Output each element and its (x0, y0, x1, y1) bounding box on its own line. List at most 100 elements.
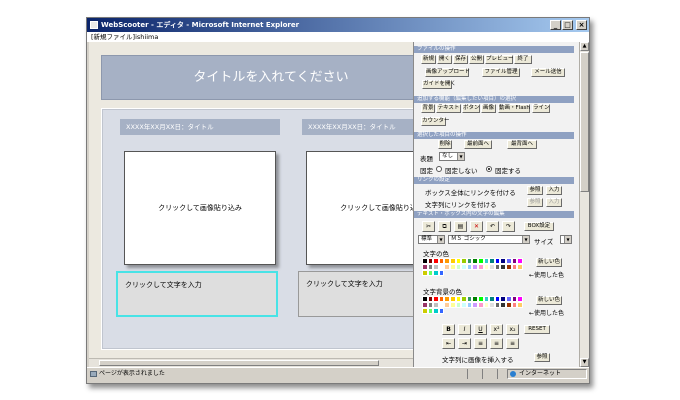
align-left-icon[interactable]: ≡ (474, 338, 487, 349)
cut-icon[interactable]: ✂ (422, 221, 435, 232)
scroll-up-icon[interactable]: ▲ (580, 42, 589, 51)
preview-button[interactable]: プレビュー (485, 55, 514, 64)
bring-front-button[interactable]: 最前面へ (464, 140, 492, 149)
add-button-button[interactable]: ボタン (462, 104, 480, 113)
add-video-flash-button[interactable]: 動画・Flash (498, 104, 530, 113)
status-divider (497, 369, 498, 379)
scroll-thumb[interactable] (580, 52, 589, 192)
text-color-label: 文字の色 (423, 250, 449, 258)
horizontal-scrollbar[interactable] (89, 358, 413, 367)
italic-button[interactable]: I (458, 324, 471, 335)
subscript-button[interactable]: x₂ (506, 324, 519, 335)
page-icon (90, 371, 97, 377)
save-button[interactable]: 保存 (453, 55, 468, 64)
open-guide-button[interactable]: ガイドを開く (422, 80, 456, 89)
fix-label: 固定 (420, 167, 433, 175)
redo-icon[interactable]: ↷ (502, 221, 515, 232)
globe-icon (510, 371, 516, 377)
column-heading[interactable]: XXXX年XX月XX日：タイトル (302, 119, 413, 135)
size-label: サイズ (534, 238, 554, 246)
bold-button[interactable]: B (442, 324, 455, 335)
scroll-down-icon[interactable]: ▼ (580, 358, 589, 367)
section-file: ファイルの操作 (414, 46, 574, 53)
link-text-browse-button[interactable]: 参照 (527, 198, 543, 207)
paste-icon[interactable]: ▤ (454, 221, 467, 232)
image-placeholder[interactable]: クリックして画像貼り込み (124, 151, 276, 265)
ie-icon (90, 21, 98, 29)
maximize-button[interactable]: □ (562, 20, 573, 30)
mail-send-button[interactable]: メール送信 (531, 68, 565, 77)
status-divider (482, 369, 483, 379)
undo-icon[interactable]: ↶ (486, 221, 499, 232)
add-image-button[interactable]: 画像 (481, 104, 496, 113)
color-swatch[interactable] (517, 302, 523, 308)
text-placeholder[interactable]: クリックして文字を入力 (116, 271, 278, 317)
insert-image-label: 文字列に画像を挿入する (442, 356, 514, 364)
color-swatch[interactable] (517, 264, 523, 270)
indent-icon[interactable]: ⇥ (458, 338, 471, 349)
section-add: 追加する機能（編集したい項目）の選択 (414, 96, 574, 103)
fix-on-radio[interactable] (486, 166, 492, 172)
browser-window: WebScooter - エディタ - Microsoft Internet E… (86, 17, 590, 384)
close-button[interactable]: × (576, 20, 587, 30)
file-manage-button[interactable]: ファイル管理 (482, 68, 520, 77)
page-title-box[interactable]: タイトルを入れてください (101, 55, 413, 100)
security-zone: インターネット (507, 369, 587, 379)
chevron-down-icon: ▼ (437, 236, 444, 243)
style-select[interactable]: 標準 ▼ (418, 235, 445, 244)
link-text-label: 文字列にリンクを付ける (425, 201, 497, 209)
title-bar: WebScooter - エディタ - Microsoft Internet E… (87, 18, 589, 32)
fix-off-label: 固定しない (445, 167, 478, 175)
content-canvas: XXXX年XX月XX日：タイトル クリックして画像貼り込み クリックして文字を入… (101, 108, 413, 350)
outdent-icon[interactable]: ⇤ (442, 338, 455, 349)
exit-button[interactable]: 終了 (514, 55, 532, 64)
bg-new-color-button[interactable]: 新しい色 (536, 296, 562, 305)
publish-button[interactable]: 公開 (469, 55, 484, 64)
add-background-button[interactable]: 背景 (421, 104, 435, 113)
scroll-thumb[interactable] (99, 360, 379, 366)
style-value: 標準 (421, 236, 433, 242)
image-upload-button[interactable]: 画像アップロード (425, 68, 470, 77)
add-text-button[interactable]: テキスト (436, 104, 461, 113)
tool-panel: ファイルの操作 新規 開く 保存 公開 プレビュー 終了 画像アップロード ファ… (413, 42, 579, 367)
delete-item-button[interactable]: 削除 (438, 140, 452, 149)
chevron-down-icon: ▼ (522, 236, 529, 243)
link-box-input-button[interactable]: 入力 (546, 186, 562, 195)
fix-on-label: 固定する (495, 167, 521, 175)
bg-color-palette[interactable] (422, 296, 528, 314)
add-counter-button[interactable]: カウンター (421, 117, 450, 126)
size-select[interactable]: ▼ (560, 235, 572, 244)
delete-icon[interactable]: ✕ (470, 221, 483, 232)
status-divider (467, 369, 468, 379)
image-placeholder[interactable]: クリックして画像貼り込み (306, 151, 413, 265)
align-center-icon[interactable]: ≡ (490, 338, 503, 349)
window-title: WebScooter - エディタ - Microsoft Internet E… (101, 21, 300, 29)
copy-icon[interactable]: ⧉ (438, 221, 451, 232)
reset-button[interactable]: RESET (524, 325, 550, 334)
text-placeholder[interactable]: クリックして文字を入力 (298, 271, 413, 317)
text-new-color-button[interactable]: 新しい色 (536, 258, 562, 267)
superscript-button[interactable]: x² (490, 324, 503, 335)
vertical-scrollbar[interactable]: ▲ ▼ (579, 42, 589, 367)
open-button[interactable]: 開く (437, 55, 452, 64)
align-right-icon[interactable]: ≡ (506, 338, 519, 349)
insert-image-browse-button[interactable]: 参照 (534, 353, 550, 362)
underline-button[interactable]: U (474, 324, 487, 335)
link-box-browse-button[interactable]: 参照 (527, 186, 543, 195)
new-button[interactable]: 新規 (421, 55, 436, 64)
align-select[interactable]: なし ▼ (439, 152, 465, 161)
fix-off-radio[interactable] (436, 166, 442, 172)
text-used-color-label: ←使用した色 (529, 272, 565, 279)
box-setting-button[interactable]: BOX設定 (524, 222, 554, 231)
status-text: ページが表示されました (99, 370, 165, 377)
bg-color-label: 文字背景の色 (423, 288, 462, 296)
color-swatch[interactable] (438, 270, 445, 276)
column-heading[interactable]: XXXX年XX月XX日：タイトル (120, 119, 280, 135)
color-swatch[interactable] (438, 308, 445, 314)
font-select[interactable]: ＭＳ ゴシック ▼ (448, 235, 530, 244)
link-text-input-button[interactable]: 入力 (546, 198, 562, 207)
add-line-button[interactable]: ライン (532, 104, 550, 113)
minimize-button[interactable]: _ (550, 20, 561, 30)
text-color-palette[interactable] (422, 258, 528, 276)
send-back-button[interactable]: 最背面へ (507, 140, 537, 149)
